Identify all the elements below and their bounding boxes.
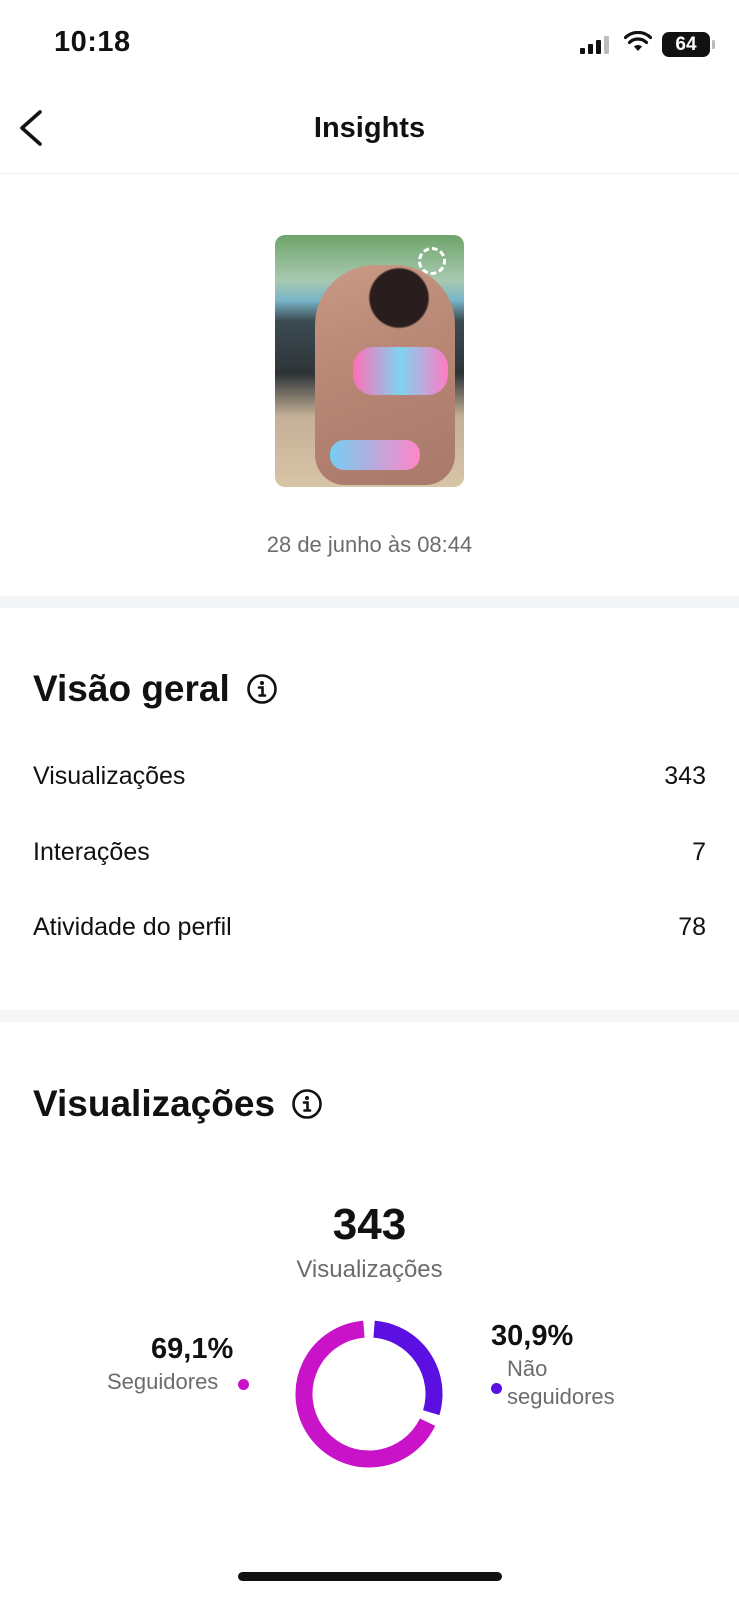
views-total-label: Visualizações xyxy=(296,1256,443,1283)
metric-value: 78 xyxy=(678,913,706,941)
metric-row-views[interactable]: Visualizações 343 xyxy=(33,762,706,791)
overview-heading: Visão geral xyxy=(33,668,278,710)
post-thumbnail[interactable] xyxy=(275,235,464,487)
battery-tip xyxy=(712,40,715,49)
non-followers-legend-dot xyxy=(491,1383,502,1394)
loading-spinner-icon xyxy=(418,247,446,275)
metric-label: Atividade do perfil xyxy=(33,913,232,941)
info-icon[interactable] xyxy=(246,673,278,705)
section-divider xyxy=(0,596,739,608)
views-title: Visualizações xyxy=(33,1083,276,1124)
wifi-icon xyxy=(624,31,652,51)
views-donut-chart xyxy=(295,1320,443,1468)
metric-row-profile-activity[interactable]: Atividade do perfil 78 xyxy=(33,913,706,942)
status-time: 10:18 xyxy=(54,26,131,58)
overview-title: Visão geral xyxy=(33,668,230,709)
metric-value: 7 xyxy=(692,838,706,866)
info-icon[interactable] xyxy=(291,1088,323,1120)
metric-row-interactions[interactable]: Interações 7 xyxy=(33,838,706,867)
section-divider xyxy=(0,1010,739,1022)
battery-icon: 64 xyxy=(662,32,710,57)
thumbnail-photo-detail xyxy=(330,440,420,470)
page-title: Insights xyxy=(313,112,426,144)
home-indicator[interactable] xyxy=(238,1572,502,1581)
metric-label: Interações xyxy=(33,838,150,866)
followers-percent: 69,1% xyxy=(151,1333,234,1365)
thumbnail-photo-detail xyxy=(353,347,448,395)
non-followers-label-line2: seguidores xyxy=(507,1384,615,1409)
post-date: 28 de junho às 08:44 xyxy=(266,532,473,557)
status-bar: 10:18 64 xyxy=(0,0,739,90)
metric-value: 343 xyxy=(664,762,706,790)
non-followers-label-line1: Não xyxy=(507,1356,548,1381)
views-total: 343 xyxy=(332,1200,407,1249)
views-heading: Visualizações xyxy=(33,1083,323,1125)
nav-header: Insights xyxy=(0,90,739,174)
followers-label: Seguidores xyxy=(107,1369,219,1394)
cellular-signal-icon xyxy=(580,36,609,54)
non-followers-arc xyxy=(373,1320,443,1416)
non-followers-percent: 30,9% xyxy=(491,1320,574,1352)
followers-legend-dot xyxy=(238,1379,249,1390)
metric-label: Visualizações xyxy=(33,762,186,790)
